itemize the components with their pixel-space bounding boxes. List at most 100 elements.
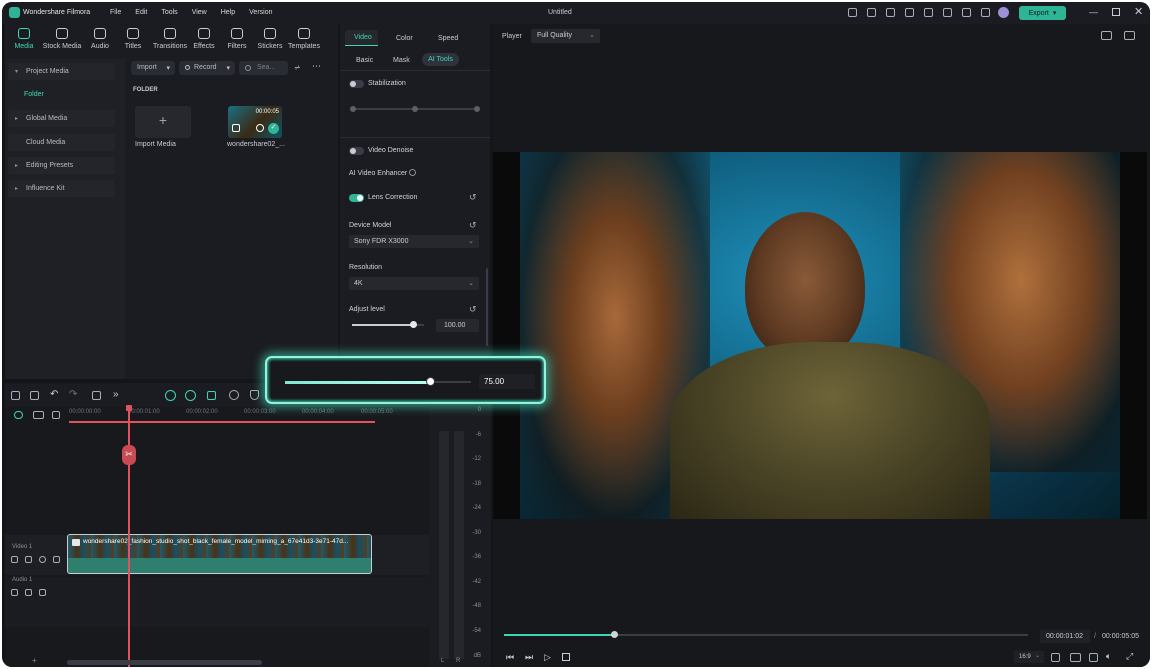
tab-titles[interactable]: Titles [116, 28, 150, 50]
volume-icon[interactable]: 🔈︎ [1106, 651, 1111, 662]
sidebar-item-folder[interactable]: Folder [24, 91, 44, 98]
image-icon[interactable] [1124, 31, 1135, 40]
tab-effects[interactable]: Effects [187, 28, 221, 50]
adjust-level-input[interactable]: 100.00 [436, 319, 479, 332]
redo-icon[interactable]: ↷ [69, 389, 77, 400]
reset-icon[interactable]: ↺ [469, 304, 477, 315]
subtab-ai-tools[interactable]: AI Tools [422, 53, 459, 66]
previous-frame-icon[interactable]: ⏮ [506, 652, 514, 663]
current-time[interactable]: 00:00:01:02 [1040, 630, 1090, 643]
minimize-button[interactable]: — [1089, 7, 1098, 17]
properties-scrollbar[interactable] [486, 268, 488, 346]
track-manager-icon[interactable] [33, 411, 44, 419]
media-search-input[interactable]: Sea... [239, 61, 288, 75]
import-media-tile[interactable]: + [135, 106, 191, 138]
tab-video[interactable]: Video [345, 30, 378, 46]
add-icon[interactable]: + [32, 656, 37, 665]
subtab-basic[interactable]: Basic [356, 57, 373, 64]
add-track-icon[interactable] [52, 411, 60, 419]
layout-icon[interactable] [905, 8, 914, 17]
headset-icon[interactable] [962, 8, 971, 17]
tab-audio[interactable]: Audio [83, 28, 117, 50]
menu-tools[interactable]: Tools [161, 9, 177, 16]
tab-templates[interactable]: Templates [285, 28, 323, 50]
record-button[interactable]: Record ▾ [179, 61, 235, 75]
device-model-select[interactable]: Sony FDR X3000 ⌄ [349, 235, 479, 248]
folder-icon[interactable] [11, 589, 18, 596]
delete-icon[interactable] [92, 391, 101, 400]
select-tool-icon[interactable] [30, 391, 39, 400]
more-options-icon[interactable]: ⋯ [312, 61, 321, 72]
magnet-icon[interactable] [185, 390, 196, 401]
folder-icon[interactable] [11, 556, 18, 563]
sidebar-item-project-media[interactable]: ▾ Project Media [8, 63, 115, 80]
tab-filters[interactable]: Filters [220, 28, 254, 50]
stabilization-slider[interactable] [350, 106, 480, 112]
callout-slider[interactable] [285, 377, 471, 386]
split-screen-icon[interactable] [11, 391, 20, 400]
slider-handle[interactable] [409, 321, 417, 328]
link-icon[interactable] [207, 391, 216, 400]
play-icon[interactable]: ▷ [544, 652, 551, 663]
camera-icon[interactable] [1089, 653, 1098, 662]
marker-icon[interactable] [229, 390, 239, 400]
clip-thumbnail[interactable]: 00:00:05 ✓ [228, 106, 282, 138]
filter-icon[interactable]: ⩫ [294, 63, 301, 72]
lock-icon[interactable] [53, 556, 60, 563]
playback-progress[interactable] [504, 631, 1028, 638]
tab-speed[interactable]: Speed [438, 35, 458, 42]
grid-view-icon[interactable] [1101, 31, 1112, 40]
aspect-select[interactable]: 16:9 ⌄ [1014, 651, 1044, 663]
tab-stickers[interactable]: Stickers [253, 28, 287, 50]
callout-slider-handle[interactable] [425, 377, 435, 386]
progress-handle[interactable] [610, 631, 618, 638]
more-tools-icon[interactable]: » [113, 389, 119, 400]
save-icon[interactable] [924, 8, 933, 17]
video-denoise-toggle[interactable] [349, 147, 364, 155]
link-track-icon[interactable] [14, 411, 23, 419]
menu-version[interactable]: Version [249, 9, 272, 16]
resolution-select[interactable]: 4K ⌄ [349, 277, 479, 290]
volume-icon[interactable] [25, 556, 32, 563]
next-frame-icon[interactable]: ⏭ [525, 652, 533, 663]
info-icon[interactable] [409, 169, 416, 176]
quality-select[interactable]: Full Quality ⌄ [531, 29, 600, 43]
tab-media[interactable]: Media [7, 28, 41, 50]
undo-icon[interactable]: ↶ [50, 389, 58, 400]
timeline-scrollbar[interactable] [67, 660, 262, 665]
avatar[interactable] [998, 7, 1009, 18]
import-button[interactable]: Import ▾ [131, 61, 175, 75]
callout-value[interactable]: 75.00 [479, 374, 535, 389]
fullscreen-icon[interactable]: ⤢ [1126, 651, 1133, 662]
ai-tool-icon[interactable] [165, 390, 176, 401]
display-icon[interactable] [1070, 653, 1081, 662]
download-icon[interactable] [943, 8, 952, 17]
sidebar-item-editing-presets[interactable]: ▸ Editing Presets [8, 157, 115, 174]
playhead-handle[interactable] [126, 405, 132, 411]
adjust-level-slider[interactable] [352, 321, 424, 328]
send-icon[interactable] [867, 8, 876, 17]
stabilization-toggle[interactable] [349, 80, 364, 88]
close-button[interactable]: ✕ [1134, 5, 1143, 18]
volume-icon[interactable] [25, 589, 32, 596]
eye-icon[interactable] [39, 556, 46, 563]
lens-correction-toggle[interactable] [349, 194, 364, 202]
notification-icon[interactable] [981, 8, 990, 17]
sidebar-item-influence-kit[interactable]: ▸ Influence Kit [8, 180, 115, 197]
sidebar-item-global-media[interactable]: ▸ Global Media [8, 110, 115, 127]
video-clip[interactable]: wondershare02_fashion_studio_shot_black_… [67, 534, 372, 574]
crop-icon[interactable] [1051, 653, 1060, 662]
stop-icon[interactable] [562, 653, 570, 661]
export-button[interactable]: Export ▾ [1019, 6, 1066, 20]
tab-color[interactable]: Color [396, 35, 413, 42]
shield-icon[interactable] [250, 390, 259, 400]
lock-icon[interactable] [39, 589, 46, 596]
tab-transitions[interactable]: Transitions [150, 28, 190, 50]
menu-edit[interactable]: Edit [135, 9, 147, 16]
menu-file[interactable]: File [110, 9, 121, 16]
monitor-icon[interactable] [886, 8, 895, 17]
subtab-mask[interactable]: Mask [393, 57, 410, 64]
menu-help[interactable]: Help [221, 9, 235, 16]
scissors-icon[interactable]: ✂ [122, 445, 136, 465]
tab-stock-media[interactable]: Stock Media [40, 28, 84, 50]
